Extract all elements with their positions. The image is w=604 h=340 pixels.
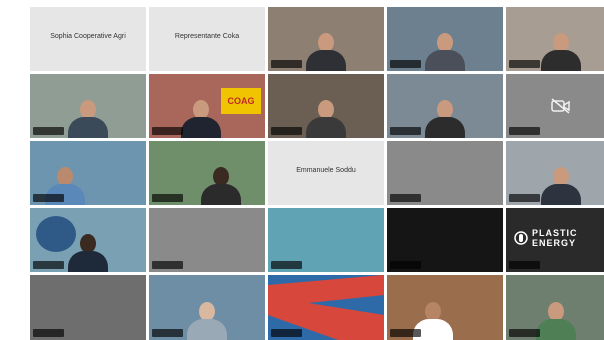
participant-name-tag	[509, 194, 540, 202]
coag-banner: COAG	[221, 88, 261, 114]
participant-tile[interactable]	[506, 7, 604, 71]
participant-name-tag	[33, 127, 64, 135]
participant-silhouette	[181, 100, 222, 138]
logo-line1: PLASTIC	[532, 228, 578, 238]
participant-room-title: Sophia Cooperative Agri	[50, 33, 126, 40]
participant-silhouette	[425, 100, 465, 138]
logo-line2: ENERGY	[532, 238, 577, 248]
participant-tile[interactable]	[268, 208, 384, 272]
participant-name-tag	[152, 127, 183, 135]
logo-icon	[514, 231, 528, 245]
participant-tile[interactable]	[387, 141, 503, 205]
participant-tile[interactable]	[506, 275, 604, 340]
participant-room-title: Representante Coka	[174, 33, 240, 40]
participant-name-tag	[390, 127, 421, 135]
participant-tile[interactable]	[387, 275, 503, 340]
camera-off-icon	[551, 98, 570, 114]
participant-room-title: Emmanuele Soddu	[296, 167, 356, 174]
participant-silhouette	[541, 33, 581, 71]
participant-name-tag	[509, 127, 540, 135]
participant-tile[interactable]: Emmanuele Soddu	[268, 141, 384, 205]
participant-tile[interactable]	[30, 208, 146, 272]
participant-silhouette	[200, 167, 241, 205]
participant-tile[interactable]	[30, 74, 146, 138]
participant-name-tag	[152, 194, 183, 202]
video-grid: Sophia Cooperative Agri Representante Co…	[30, 7, 604, 340]
participant-tile[interactable]	[268, 74, 384, 138]
participant-tile[interactable]	[30, 275, 146, 340]
participant-silhouette	[535, 302, 576, 340]
participant-silhouette	[187, 302, 227, 340]
participant-tile[interactable]	[30, 141, 146, 205]
participant-name-tag	[33, 194, 64, 202]
participant-silhouette	[425, 33, 465, 71]
participant-name-tag	[390, 60, 421, 68]
participant-tile[interactable]	[268, 275, 384, 340]
participant-silhouette	[306, 33, 346, 71]
participant-tile[interactable]: COAG	[149, 74, 265, 138]
participant-name-tag	[271, 127, 302, 135]
participant-name-tag	[390, 261, 421, 269]
participant-tile[interactable]	[149, 275, 265, 340]
participant-name-tag	[509, 261, 540, 269]
participant-tile[interactable]	[506, 74, 604, 138]
participant-silhouette	[68, 234, 108, 272]
participant-name-tag	[509, 60, 540, 68]
participant-name-tag	[271, 60, 302, 68]
participant-tile[interactable]	[149, 208, 265, 272]
participant-name-tag	[271, 261, 302, 269]
participant-tile[interactable]	[506, 141, 604, 205]
participant-tile[interactable]	[387, 7, 503, 71]
participant-tile[interactable]	[149, 141, 265, 205]
participant-name-tag	[33, 261, 64, 269]
participant-tile[interactable]	[387, 208, 503, 272]
participant-tile[interactable]	[268, 7, 384, 71]
participant-tile[interactable]: Sophia Cooperative Agri	[30, 7, 146, 71]
participant-silhouette	[541, 167, 581, 205]
participant-tile[interactable]: PLASTIC ENERGY	[506, 208, 604, 272]
participant-silhouette	[68, 100, 108, 138]
participant-tile[interactable]	[387, 74, 503, 138]
participant-name-tag	[390, 194, 421, 202]
participant-name-tag	[152, 261, 183, 269]
participant-tile[interactable]: Representante Coka	[149, 7, 265, 71]
participant-silhouette	[306, 100, 346, 138]
